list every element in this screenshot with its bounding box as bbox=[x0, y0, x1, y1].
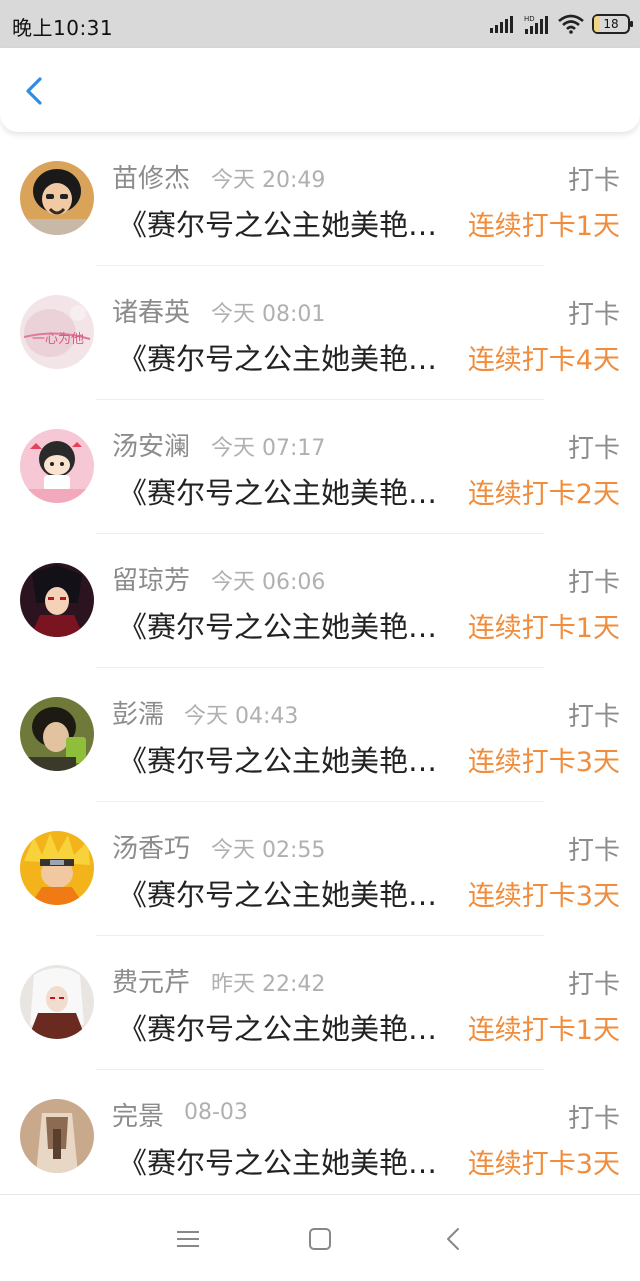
avatar[interactable]: 一心为他 bbox=[20, 295, 94, 369]
streak-label: 连续打卡1天 bbox=[467, 1015, 620, 1046]
user-name: 汤安澜 bbox=[112, 432, 191, 462]
action-label: 打卡 bbox=[567, 702, 620, 732]
chevron-left-icon[interactable] bbox=[18, 74, 52, 108]
user-name: 苗修杰 bbox=[112, 164, 191, 194]
streak-label: 连续打卡3天 bbox=[467, 1149, 620, 1180]
checkin-list: 苗修杰 今天 20:49 打卡 《赛尔号之公主她美艳… 连续打卡1天 一心为他 … bbox=[0, 132, 640, 1204]
user-name: 留琼芳 bbox=[112, 566, 191, 596]
signal-icon bbox=[490, 16, 513, 33]
avatar[interactable] bbox=[20, 1099, 94, 1173]
top-header bbox=[0, 48, 640, 132]
action-label: 打卡 bbox=[567, 166, 620, 196]
user-name: 诸春英 bbox=[112, 298, 191, 328]
avatar[interactable] bbox=[20, 563, 94, 637]
streak-label: 连续打卡4天 bbox=[467, 345, 620, 376]
status-icons: HD 18 bbox=[490, 12, 633, 36]
book-title: 《赛尔号之公主她美艳… bbox=[118, 878, 438, 912]
home-square-icon[interactable] bbox=[306, 1225, 334, 1253]
avatar[interactable] bbox=[20, 965, 94, 1039]
checkin-time: 今天 06:06 bbox=[211, 570, 326, 595]
action-label: 打卡 bbox=[567, 434, 620, 464]
book-title: 《赛尔号之公主她美艳… bbox=[118, 744, 438, 778]
checkin-time: 今天 02:55 bbox=[211, 838, 326, 863]
action-label: 打卡 bbox=[567, 300, 620, 330]
book-title: 《赛尔号之公主她美艳… bbox=[118, 1012, 438, 1046]
action-label: 打卡 bbox=[567, 970, 620, 1000]
user-name: 费元芹 bbox=[112, 968, 191, 998]
streak-label: 连续打卡3天 bbox=[467, 881, 620, 912]
list-item[interactable]: 留琼芳 今天 06:06 打卡 《赛尔号之公主她美艳… 连续打卡1天 bbox=[0, 534, 640, 668]
list-item[interactable]: 一心为他 诸春英 今天 08:01 打卡 《赛尔号之公主她美艳… 连续打卡4天 bbox=[0, 266, 640, 400]
list-item[interactable]: 彭濡 今天 04:43 打卡 《赛尔号之公主她美艳… 连续打卡3天 bbox=[0, 668, 640, 802]
checkin-time: 昨天 22:42 bbox=[211, 972, 326, 997]
hd-signal-icon: HD bbox=[524, 15, 548, 34]
system-nav-bar bbox=[0, 1194, 640, 1281]
avatar[interactable] bbox=[20, 161, 94, 235]
svg-text:一心为他: 一心为他 bbox=[32, 332, 84, 347]
wifi-icon bbox=[558, 14, 584, 34]
user-name: 汤香巧 bbox=[112, 834, 191, 864]
checkin-time: 今天 04:43 bbox=[184, 704, 299, 729]
book-title: 《赛尔号之公主她美艳… bbox=[118, 476, 438, 510]
checkin-time: 今天 08:01 bbox=[211, 302, 326, 327]
avatar[interactable] bbox=[20, 831, 94, 905]
list-item[interactable]: 汤安澜 今天 07:17 打卡 《赛尔号之公主她美艳… 连续打卡2天 bbox=[0, 400, 640, 534]
streak-label: 连续打卡3天 bbox=[467, 747, 620, 778]
book-title: 《赛尔号之公主她美艳… bbox=[118, 208, 438, 242]
status-bar: 晚上10:31 HD 18 bbox=[0, 0, 640, 48]
list-item[interactable]: 苗修杰 今天 20:49 打卡 《赛尔号之公主她美艳… 连续打卡1天 bbox=[0, 132, 640, 266]
back-triangle-icon[interactable] bbox=[440, 1225, 468, 1253]
battery-level: 18 bbox=[603, 17, 619, 31]
avatar[interactable] bbox=[20, 429, 94, 503]
menu-icon[interactable] bbox=[174, 1225, 202, 1253]
user-name: 彭濡 bbox=[112, 700, 165, 730]
action-label: 打卡 bbox=[567, 836, 620, 866]
streak-label: 连续打卡2天 bbox=[467, 479, 620, 510]
status-time: 晚上10:31 bbox=[12, 16, 114, 40]
streak-label: 连续打卡1天 bbox=[467, 211, 620, 242]
book-title: 《赛尔号之公主她美艳… bbox=[118, 342, 438, 376]
avatar[interactable] bbox=[20, 697, 94, 771]
book-title: 《赛尔号之公主她美艳… bbox=[118, 610, 438, 644]
checkin-time: 今天 20:49 bbox=[211, 168, 326, 193]
user-name: 完景 bbox=[112, 1102, 165, 1132]
svg-text:HD: HD bbox=[524, 15, 535, 23]
checkin-time: 今天 07:17 bbox=[211, 436, 326, 461]
checkin-time: 08-03 bbox=[184, 1100, 248, 1125]
streak-label: 连续打卡1天 bbox=[467, 613, 620, 644]
book-title: 《赛尔号之公主她美艳… bbox=[118, 1146, 438, 1180]
action-label: 打卡 bbox=[567, 568, 620, 598]
list-item[interactable]: 完景 08-03 打卡 《赛尔号之公主她美艳… 连续打卡3天 bbox=[0, 1070, 640, 1204]
list-item[interactable]: 费元芹 昨天 22:42 打卡 《赛尔号之公主她美艳… 连续打卡1天 bbox=[0, 936, 640, 1070]
battery-icon: 18 bbox=[592, 14, 633, 34]
list-item[interactable]: 汤香巧 今天 02:55 打卡 《赛尔号之公主她美艳… 连续打卡3天 bbox=[0, 802, 640, 936]
action-label: 打卡 bbox=[567, 1104, 620, 1134]
